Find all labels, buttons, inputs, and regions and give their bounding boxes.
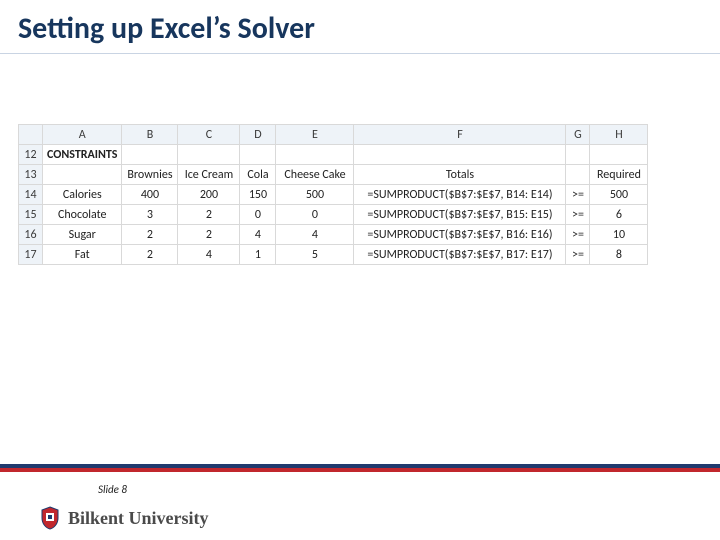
cell: 1 xyxy=(240,245,276,265)
cell: Brownies xyxy=(122,165,178,185)
cell xyxy=(566,165,590,185)
cell: 10 xyxy=(590,225,648,245)
col-header: D xyxy=(240,125,276,145)
page-title: Setting up Excel’s Solver xyxy=(0,0,720,53)
cell: CONSTRAINTS xyxy=(43,145,122,165)
cell: >= xyxy=(566,205,590,225)
row-header: 16 xyxy=(19,225,43,245)
cell xyxy=(276,145,354,165)
footer-band xyxy=(0,464,720,472)
excel-table: A B C D E F G H 12 CONSTRAINTS xyxy=(18,124,648,265)
cell: 2 xyxy=(178,225,240,245)
cell xyxy=(178,145,240,165)
cell xyxy=(240,145,276,165)
brand-name: Bilkent University xyxy=(68,508,209,529)
cell xyxy=(122,145,178,165)
cell: 6 xyxy=(590,205,648,225)
cell: Chocolate xyxy=(43,205,122,225)
col-header: G xyxy=(566,125,590,145)
col-header: A xyxy=(43,125,122,145)
slide-number: Slide 8 xyxy=(98,483,127,496)
cell: Cola xyxy=(240,165,276,185)
cell: Ice Cream xyxy=(178,165,240,185)
cell: 500 xyxy=(276,185,354,205)
table-row: 16 Sugar 2 2 4 4 =SUMPRODUCT($B$7:$E$7, … xyxy=(19,225,648,245)
col-header: C xyxy=(178,125,240,145)
cell: =SUMPRODUCT($B$7:$E$7, B14: E14) xyxy=(354,185,566,205)
cell xyxy=(43,165,122,185)
cell: =SUMPRODUCT($B$7:$E$7, B17: E17) xyxy=(354,245,566,265)
cell: 0 xyxy=(240,205,276,225)
row-header: 17 xyxy=(19,245,43,265)
cell: 2 xyxy=(178,205,240,225)
spreadsheet: A B C D E F G H 12 CONSTRAINTS xyxy=(18,124,720,265)
table-row: 17 Fat 2 4 1 5 =SUMPRODUCT($B$7:$E$7, B1… xyxy=(19,245,648,265)
corner-cell xyxy=(19,125,43,145)
cell: 4 xyxy=(276,225,354,245)
cell: 2 xyxy=(122,225,178,245)
cell: 4 xyxy=(240,225,276,245)
row-header: 14 xyxy=(19,185,43,205)
cell: Totals xyxy=(354,165,566,185)
cell: 4 xyxy=(178,245,240,265)
footer-red-bar xyxy=(0,468,720,472)
row-header: 12 xyxy=(19,145,43,165)
brand: Bilkent University xyxy=(40,506,209,530)
cell xyxy=(590,145,648,165)
cell: 200 xyxy=(178,185,240,205)
table-row: 13 Brownies Ice Cream Cola Cheese Cake T… xyxy=(19,165,648,185)
cell: 150 xyxy=(240,185,276,205)
slide: Setting up Excel’s Solver A B C D E F G … xyxy=(0,0,720,540)
cell: Calories xyxy=(43,185,122,205)
cell: 500 xyxy=(590,185,648,205)
cell: >= xyxy=(566,245,590,265)
row-header: 13 xyxy=(19,165,43,185)
cell: 8 xyxy=(590,245,648,265)
cell: =SUMPRODUCT($B$7:$E$7, B15: E15) xyxy=(354,205,566,225)
cell: 400 xyxy=(122,185,178,205)
cell: 5 xyxy=(276,245,354,265)
cell xyxy=(566,145,590,165)
col-header: H xyxy=(590,125,648,145)
cell: >= xyxy=(566,185,590,205)
col-header: F xyxy=(354,125,566,145)
column-header-row: A B C D E F G H xyxy=(19,125,648,145)
cell: 0 xyxy=(276,205,354,225)
cell: 3 xyxy=(122,205,178,225)
table-row: 15 Chocolate 3 2 0 0 =SUMPRODUCT($B$7:$E… xyxy=(19,205,648,225)
cell: Sugar xyxy=(43,225,122,245)
cell: Cheese Cake xyxy=(276,165,354,185)
cell: Fat xyxy=(43,245,122,265)
title-divider xyxy=(0,53,720,54)
cell: 2 xyxy=(122,245,178,265)
col-header: E xyxy=(276,125,354,145)
cell xyxy=(354,145,566,165)
cell: =SUMPRODUCT($B$7:$E$7, B16: E16) xyxy=(354,225,566,245)
table-row: 12 CONSTRAINTS xyxy=(19,145,648,165)
table-row: 14 Calories 400 200 150 500 =SUMPRODUCT(… xyxy=(19,185,648,205)
university-crest-icon xyxy=(40,506,60,530)
cell: >= xyxy=(566,225,590,245)
cell: Required xyxy=(590,165,648,185)
row-header: 15 xyxy=(19,205,43,225)
col-header: B xyxy=(122,125,178,145)
